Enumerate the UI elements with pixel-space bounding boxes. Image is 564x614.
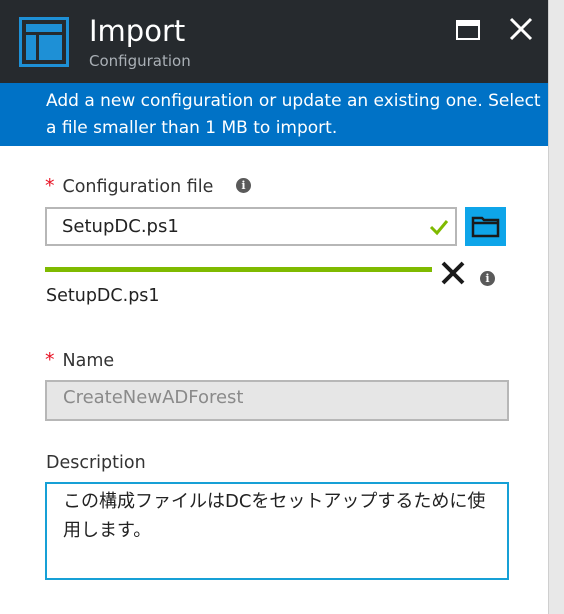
configuration-file-input[interactable]: SetupDC.ps1	[45, 207, 457, 246]
configuration-blade-icon	[19, 17, 69, 67]
description-label: Description	[46, 453, 146, 473]
upload-info-icon[interactable]: i	[480, 271, 495, 286]
import-blade: Import Configuration Add a new configura…	[0, 0, 548, 614]
required-marker: *	[45, 175, 55, 197]
name-label-text: Name	[62, 351, 115, 371]
upload-progress-bar	[45, 267, 432, 272]
blade-scroll-edge	[548, 0, 564, 614]
info-icon[interactable]: i	[236, 178, 251, 193]
uploaded-file-name: SetupDC.ps1	[46, 286, 160, 306]
name-label: * Name	[45, 349, 114, 372]
configuration-file-value: SetupDC.ps1	[62, 216, 179, 237]
maximize-button[interactable]	[452, 14, 484, 46]
blade-header: Import Configuration	[0, 0, 548, 83]
folder-icon	[471, 216, 500, 238]
info-banner: Add a new configuration or update an exi…	[0, 83, 548, 146]
cancel-upload-icon[interactable]	[439, 259, 467, 287]
name-input[interactable]: CreateNewADForest	[45, 380, 509, 421]
blade-subtitle: Configuration	[89, 52, 191, 70]
browse-folder-button[interactable]	[465, 207, 506, 246]
checkmark-icon	[429, 220, 449, 236]
configuration-file-label: * Configuration file	[45, 175, 213, 198]
configuration-file-label-text: Configuration file	[62, 177, 214, 197]
close-button[interactable]	[504, 12, 538, 46]
blade-title: Import	[89, 14, 186, 48]
description-textarea[interactable]: この構成ファイルはDCをセットアップするために使用します。	[45, 482, 509, 580]
required-marker: *	[45, 349, 55, 371]
